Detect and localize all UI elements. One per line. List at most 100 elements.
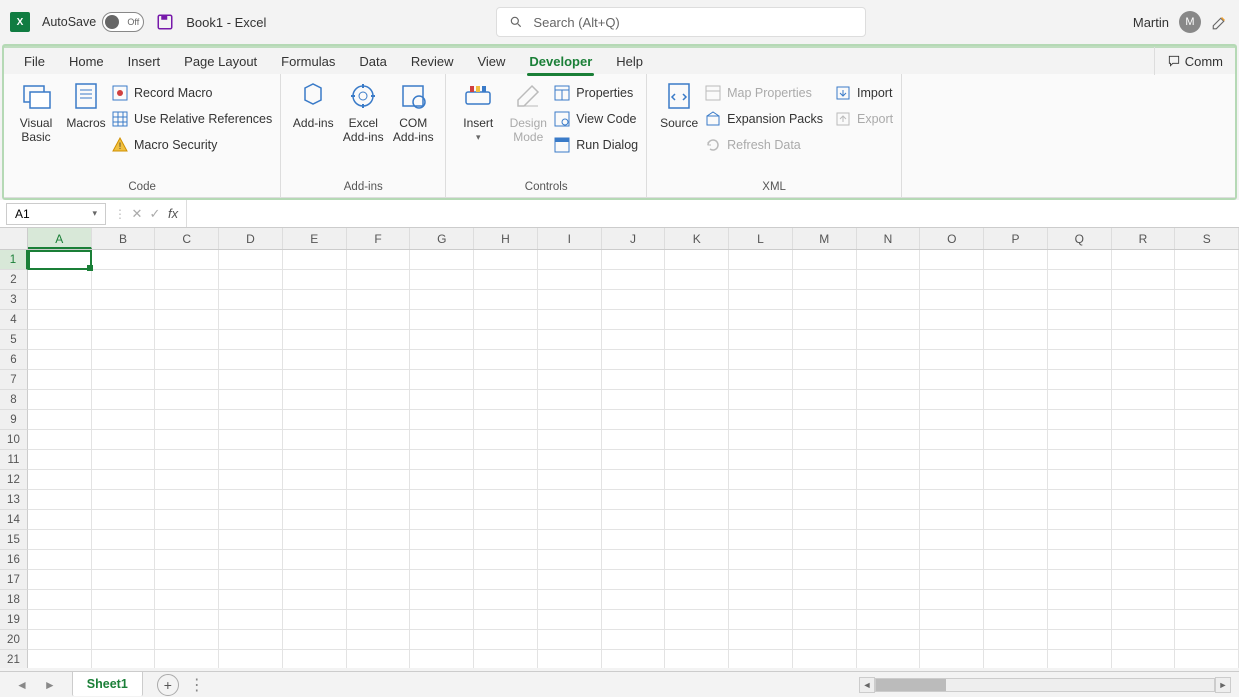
cell[interactable] bbox=[793, 530, 857, 550]
cell[interactable] bbox=[1175, 330, 1239, 350]
column-header[interactable]: J bbox=[602, 228, 666, 249]
cell[interactable] bbox=[219, 550, 283, 570]
cell[interactable] bbox=[155, 350, 219, 370]
tab-review[interactable]: Review bbox=[399, 47, 466, 75]
expansion-packs-button[interactable]: Expansion Packs bbox=[705, 108, 823, 130]
column-header[interactable]: Q bbox=[1048, 228, 1112, 249]
cell[interactable] bbox=[283, 330, 347, 350]
cell[interactable] bbox=[92, 250, 156, 270]
cell[interactable] bbox=[219, 310, 283, 330]
column-header[interactable]: G bbox=[410, 228, 474, 249]
cell[interactable] bbox=[1112, 350, 1176, 370]
sheet-nav-prev[interactable]: ◄ bbox=[10, 678, 34, 692]
sheet-tab-active[interactable]: Sheet1 bbox=[72, 672, 143, 696]
cell[interactable] bbox=[1175, 550, 1239, 570]
enter-formula-button[interactable]: ✓ bbox=[146, 206, 164, 222]
cell[interactable] bbox=[984, 290, 1048, 310]
cell[interactable] bbox=[474, 370, 538, 390]
cell[interactable] bbox=[219, 250, 283, 270]
cell[interactable] bbox=[474, 450, 538, 470]
cell[interactable] bbox=[347, 450, 411, 470]
cell[interactable] bbox=[219, 350, 283, 370]
cell[interactable] bbox=[729, 530, 793, 550]
cell[interactable] bbox=[92, 270, 156, 290]
cell[interactable] bbox=[1112, 490, 1176, 510]
row-header[interactable]: 18 bbox=[0, 590, 28, 610]
comments-button[interactable]: Comm bbox=[1154, 47, 1227, 75]
cell[interactable] bbox=[729, 250, 793, 270]
cell[interactable] bbox=[665, 310, 729, 330]
cell[interactable] bbox=[1175, 310, 1239, 330]
cell[interactable] bbox=[474, 510, 538, 530]
cell[interactable] bbox=[347, 570, 411, 590]
cell[interactable] bbox=[665, 570, 729, 590]
cell[interactable] bbox=[347, 630, 411, 650]
cell[interactable] bbox=[665, 610, 729, 630]
row-header[interactable]: 10 bbox=[0, 430, 28, 450]
cell[interactable] bbox=[347, 310, 411, 330]
cell[interactable] bbox=[602, 590, 666, 610]
cell[interactable] bbox=[283, 550, 347, 570]
cell[interactable] bbox=[219, 470, 283, 490]
cell[interactable] bbox=[155, 530, 219, 550]
cell[interactable] bbox=[1175, 590, 1239, 610]
cell[interactable] bbox=[920, 370, 984, 390]
tab-developer[interactable]: Developer bbox=[517, 47, 604, 75]
cell[interactable] bbox=[28, 330, 92, 350]
cell[interactable] bbox=[857, 630, 921, 650]
cell[interactable] bbox=[793, 610, 857, 630]
cell[interactable] bbox=[538, 410, 602, 430]
cell[interactable] bbox=[410, 590, 474, 610]
column-header[interactable]: N bbox=[857, 228, 921, 249]
cell[interactable] bbox=[1112, 530, 1176, 550]
cell[interactable] bbox=[1175, 610, 1239, 630]
use-relative-references-button[interactable]: Use Relative References bbox=[112, 108, 272, 130]
horizontal-scrollbar[interactable]: ◄ ► bbox=[859, 677, 1239, 693]
cell[interactable] bbox=[538, 570, 602, 590]
column-header[interactable]: P bbox=[984, 228, 1048, 249]
cell[interactable] bbox=[283, 370, 347, 390]
cell[interactable] bbox=[857, 570, 921, 590]
cell[interactable] bbox=[793, 510, 857, 530]
cell[interactable] bbox=[28, 350, 92, 370]
cell[interactable] bbox=[219, 450, 283, 470]
cell[interactable] bbox=[665, 450, 729, 470]
cell[interactable] bbox=[729, 330, 793, 350]
pen-icon[interactable] bbox=[1211, 13, 1229, 31]
cell[interactable] bbox=[984, 330, 1048, 350]
cell[interactable] bbox=[793, 410, 857, 430]
cell[interactable] bbox=[283, 570, 347, 590]
cell[interactable] bbox=[410, 430, 474, 450]
cell[interactable] bbox=[538, 270, 602, 290]
cell[interactable] bbox=[347, 650, 411, 668]
cell[interactable] bbox=[1112, 610, 1176, 630]
cell[interactable] bbox=[219, 590, 283, 610]
cell[interactable] bbox=[1048, 590, 1112, 610]
column-header[interactable]: K bbox=[665, 228, 729, 249]
cell[interactable] bbox=[474, 430, 538, 450]
cell[interactable] bbox=[602, 250, 666, 270]
cell[interactable] bbox=[729, 310, 793, 330]
cell[interactable] bbox=[1048, 310, 1112, 330]
cell[interactable] bbox=[1175, 510, 1239, 530]
cell[interactable] bbox=[155, 570, 219, 590]
cell[interactable] bbox=[729, 570, 793, 590]
cell[interactable] bbox=[665, 590, 729, 610]
cell[interactable] bbox=[474, 310, 538, 330]
cell[interactable] bbox=[665, 530, 729, 550]
cell[interactable] bbox=[92, 590, 156, 610]
cell[interactable] bbox=[793, 550, 857, 570]
row-header[interactable]: 21 bbox=[0, 650, 28, 668]
cell[interactable] bbox=[538, 470, 602, 490]
row-header[interactable]: 11 bbox=[0, 450, 28, 470]
cell[interactable] bbox=[474, 490, 538, 510]
cell[interactable] bbox=[984, 350, 1048, 370]
cell[interactable] bbox=[857, 350, 921, 370]
cell[interactable] bbox=[1175, 370, 1239, 390]
cell[interactable] bbox=[283, 470, 347, 490]
cell[interactable] bbox=[347, 370, 411, 390]
column-header[interactable]: R bbox=[1112, 228, 1176, 249]
cell[interactable] bbox=[28, 470, 92, 490]
cell[interactable] bbox=[28, 270, 92, 290]
cell[interactable] bbox=[538, 650, 602, 668]
